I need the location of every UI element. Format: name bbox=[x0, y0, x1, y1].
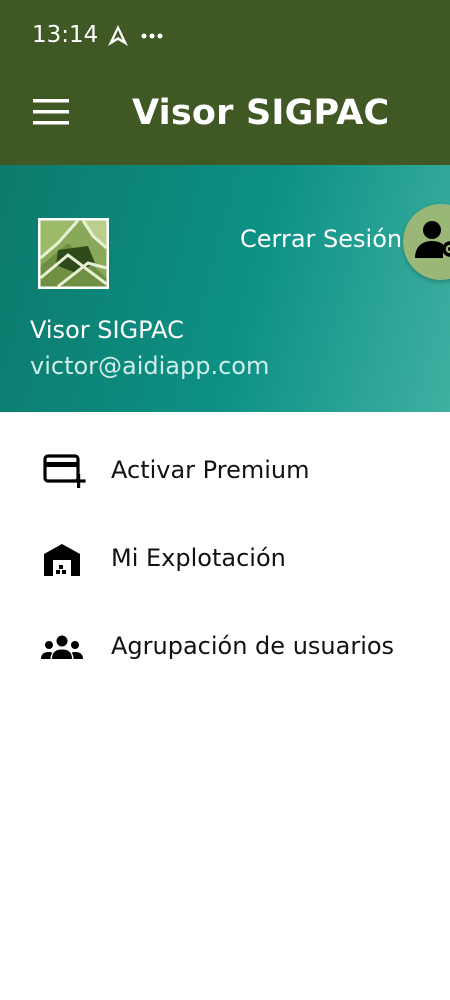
menu-item-activar-premium[interactable]: Activar Premium bbox=[0, 428, 450, 516]
credit-card-add-icon bbox=[40, 452, 88, 492]
sigpac-logo-icon bbox=[38, 218, 109, 293]
menu-item-label: Mi Explotación bbox=[111, 544, 286, 572]
app-title: Visor SIGPAC bbox=[132, 93, 390, 133]
user-email: victor@aidiapp.com bbox=[30, 352, 270, 380]
status-time: 13:14 bbox=[32, 22, 99, 48]
hamburger-menu-icon[interactable] bbox=[33, 98, 69, 130]
app-bar: 13:14 Visor SIGPAC bbox=[0, 0, 450, 165]
profile-button[interactable] bbox=[403, 204, 450, 280]
navigation-arrow-icon bbox=[106, 24, 130, 52]
drawer-menu: Activar Premium Mi Explotación Agrupació… bbox=[0, 428, 450, 692]
person-settings-icon bbox=[415, 221, 450, 258]
drawer-header: Cerrar Sesión Visor SIGPAC victor@aidiap… bbox=[0, 165, 450, 412]
status-bar: 13:14 bbox=[0, 0, 450, 72]
warehouse-icon bbox=[40, 540, 88, 580]
menu-item-mi-explotacion[interactable]: Mi Explotación bbox=[0, 516, 450, 604]
menu-item-agrupacion-usuarios[interactable]: Agrupación de usuarios bbox=[0, 604, 450, 692]
user-name: Visor SIGPAC bbox=[30, 316, 184, 344]
menu-item-label: Activar Premium bbox=[111, 456, 310, 484]
group-users-icon bbox=[40, 628, 88, 668]
logout-link[interactable]: Cerrar Sesión bbox=[240, 225, 402, 253]
menu-item-label: Agrupación de usuarios bbox=[111, 632, 395, 660]
more-dots-icon bbox=[141, 24, 163, 52]
